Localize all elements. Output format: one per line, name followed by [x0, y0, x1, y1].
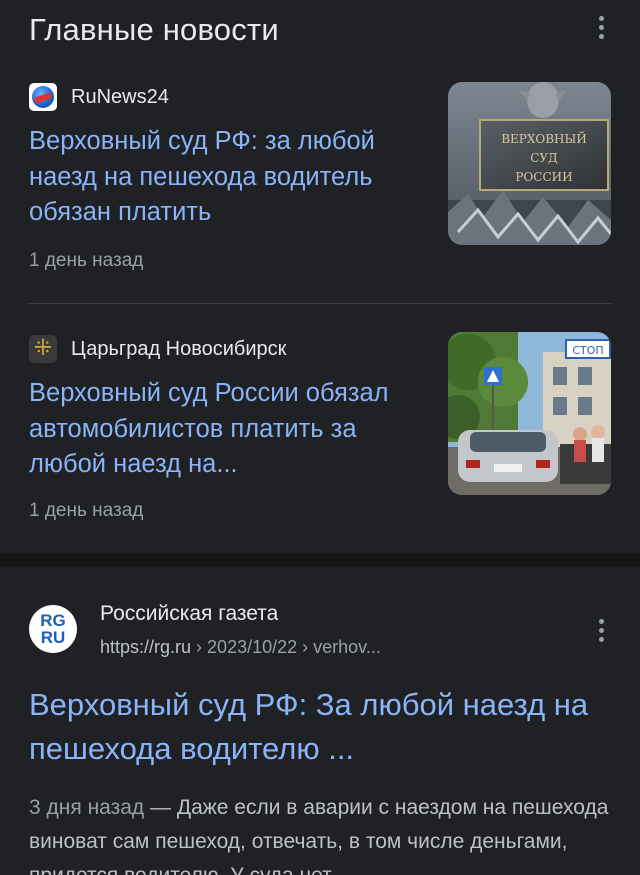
- runews24-logo-icon: [29, 83, 57, 111]
- svg-text:СТОП: СТОП: [572, 344, 603, 357]
- story-thumbnail[interactable]: ВЕРХОВНЫЙ СУД РОССИИ: [448, 82, 611, 245]
- story-source: RuNews24: [29, 83, 169, 111]
- story-source: Царьград Новосибирск: [29, 335, 287, 363]
- result-url: https://rg.ru › 2023/10/22 › verhov...: [100, 637, 381, 658]
- tsargrad-logo-icon: [29, 335, 57, 363]
- source-name: RuNews24: [71, 85, 169, 108]
- source-name: Царьград Новосибирск: [71, 337, 287, 360]
- divider: [29, 303, 611, 304]
- svg-text:РОССИИ: РОССИИ: [515, 170, 572, 184]
- url-path: › 2023/10/22 › verhov...: [191, 637, 381, 657]
- top-stories-card: Главные новости RuNews24 Верховный суд Р…: [0, 0, 640, 553]
- more-options-icon[interactable]: [589, 12, 613, 42]
- result-snippet: 3 дня назад — Даже если в аварии с наезд…: [29, 791, 614, 875]
- street-car-photo-icon: СТОП: [448, 332, 611, 495]
- search-results-page: Главные новости RuNews24 Верховный суд Р…: [0, 0, 640, 875]
- top-stories-title: Главные новости: [29, 12, 279, 47]
- rg-favicon-icon: RG RU: [29, 605, 77, 653]
- story-headline-link[interactable]: Верховный суд РФ: за любой наезд на пеше…: [29, 124, 424, 231]
- court-sign-photo-icon: ВЕРХОВНЫЙ СУД РОССИИ: [448, 82, 611, 245]
- favicon-text: RU: [40, 628, 66, 647]
- story-headline-link[interactable]: Верховный суд России обязал автомобилист…: [29, 376, 424, 483]
- svg-text:ВЕРХОВНЫЙ: ВЕРХОВНЫЙ: [501, 130, 587, 146]
- more-options-icon[interactable]: [589, 615, 613, 645]
- result-title-link[interactable]: Верховный суд РФ: За любой наезд на пеше…: [29, 683, 619, 771]
- favicon-text: RG: [40, 611, 66, 630]
- story-time: 1 день назад: [29, 250, 144, 271]
- site-name: Российская газета: [100, 602, 279, 625]
- search-result[interactable]: RG RU Российская газета https://rg.ru › …: [0, 567, 640, 875]
- url-domain: https://rg.ru: [100, 637, 192, 657]
- story-time: 1 день назад: [29, 500, 144, 521]
- section-separator: [0, 553, 640, 567]
- svg-text:СУД: СУД: [530, 151, 558, 165]
- story-thumbnail[interactable]: СТОП: [448, 332, 611, 495]
- snippet-date: 3 дня назад: [29, 796, 145, 819]
